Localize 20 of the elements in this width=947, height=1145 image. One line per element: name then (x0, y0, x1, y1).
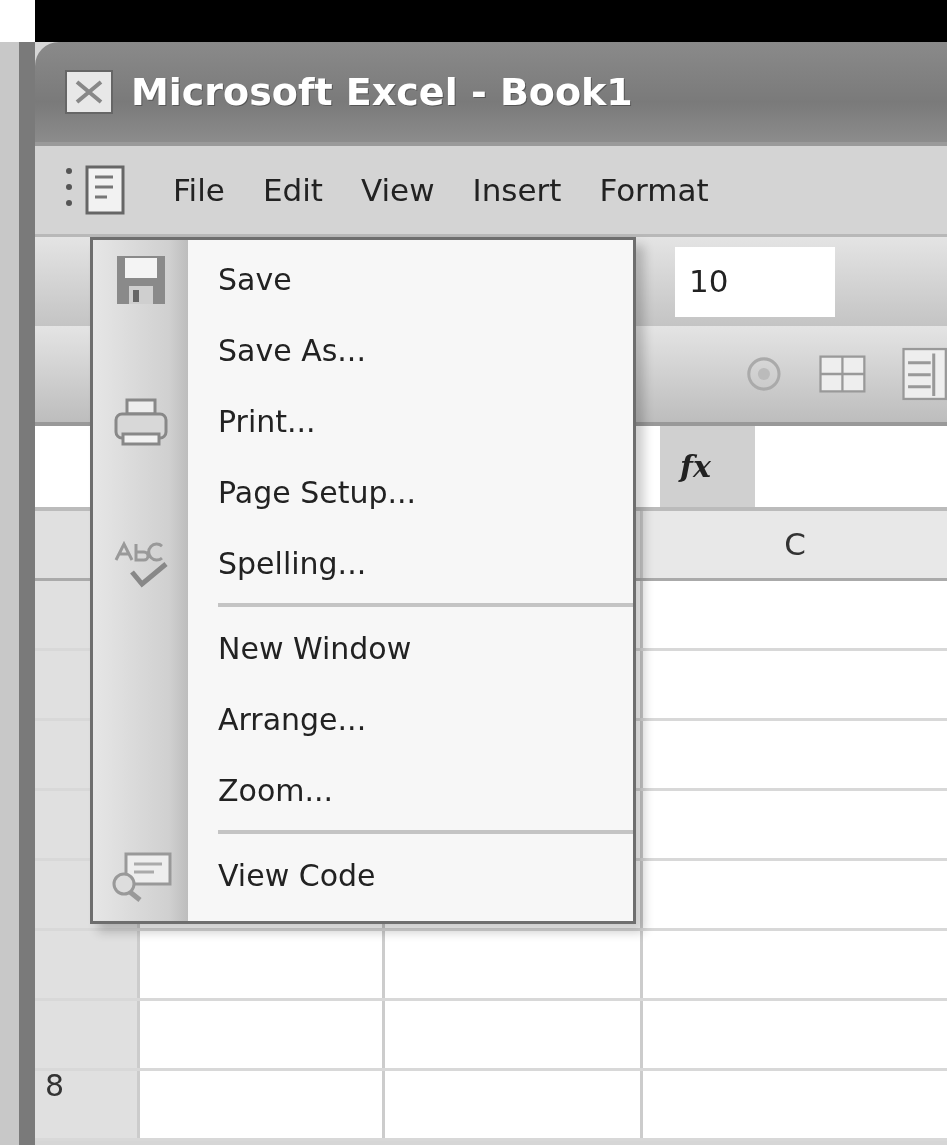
menu-item[interactable]: Save (93, 244, 633, 315)
insert-function-button[interactable]: fx (660, 426, 755, 507)
window-title: Microsoft Excel - Book1 (131, 68, 633, 116)
menu-bar-item[interactable]: Format (599, 166, 709, 214)
menu-item[interactable]: Zoom... (93, 755, 633, 826)
menu-item[interactable]: Save As... (93, 315, 633, 386)
menu-item[interactable]: Print... (93, 386, 633, 457)
menu-item[interactable]: Spelling... (93, 528, 633, 599)
column-header[interactable]: C (643, 511, 947, 578)
menu-item[interactable]: Page Setup... (93, 457, 633, 528)
row-header[interactable]: 8 (35, 1071, 140, 1138)
menu-bar-item[interactable]: File (173, 166, 225, 214)
menu-bar-item[interactable]: Edit (262, 166, 323, 214)
menu-item[interactable]: Arrange... (93, 684, 633, 755)
app-icon (65, 70, 113, 114)
menu-bar-item[interactable]: View (360, 166, 435, 214)
menu-item[interactable]: New Window (93, 613, 633, 684)
menu-bar-item[interactable]: Insert (472, 166, 562, 214)
font-size-field[interactable]: 10 (675, 246, 835, 317)
menu-item[interactable]: View Code (93, 840, 633, 911)
